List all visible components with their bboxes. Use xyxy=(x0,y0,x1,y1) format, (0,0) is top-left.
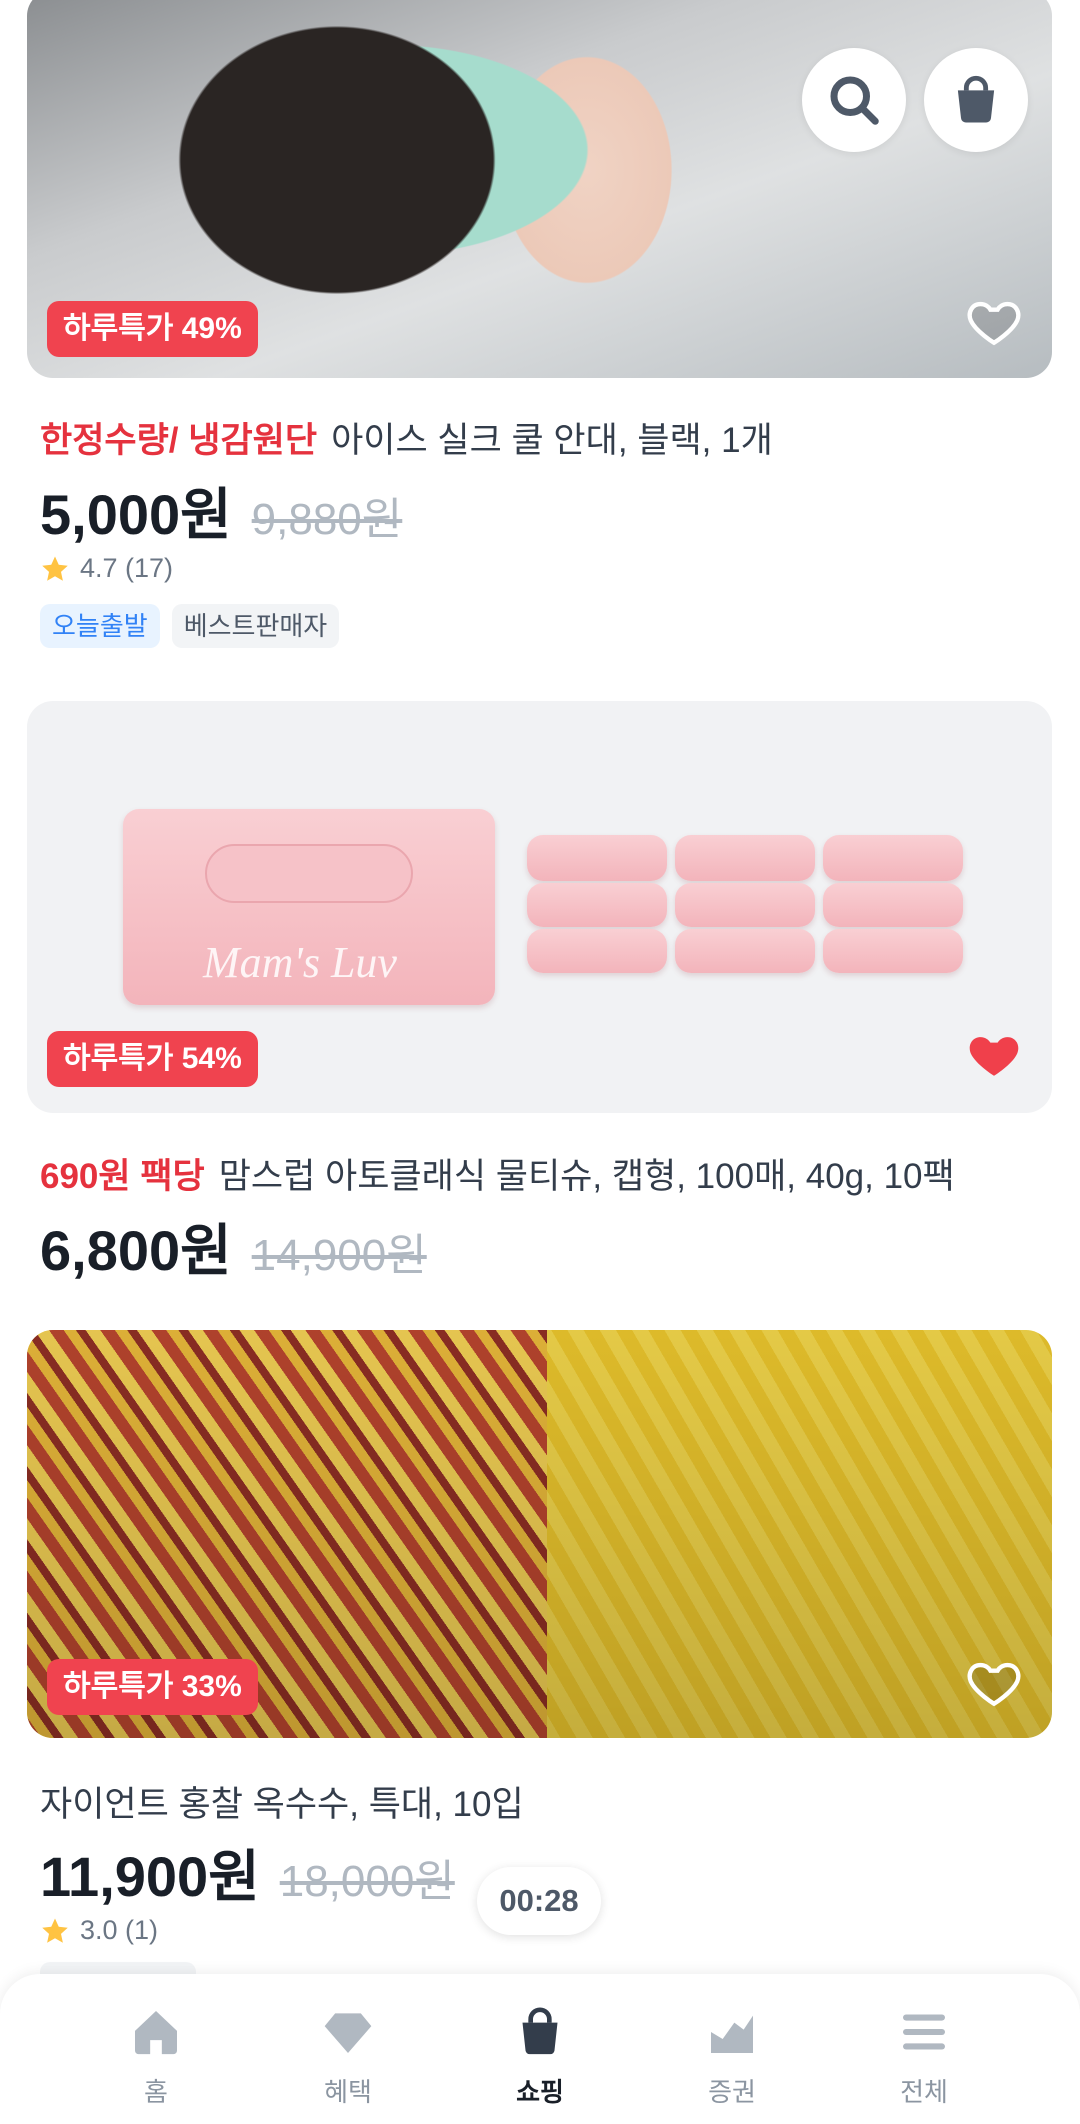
price-row: 5,000원 9,880원 xyxy=(40,470,402,551)
product-highlight: 한정수량/ 냉감원단 xyxy=(40,421,318,460)
menu-icon xyxy=(903,2014,945,2050)
discount-badge: 하루특가 54% xyxy=(47,1031,258,1087)
shopping-bag-icon xyxy=(522,2007,558,2055)
tag-best-seller: 베스트판매자 xyxy=(171,604,340,648)
tab-all[interactable]: 전체 xyxy=(854,2004,994,2124)
home-icon xyxy=(135,2011,177,2055)
chart-icon xyxy=(711,2015,753,2053)
rating-value: 3.0 (1) xyxy=(80,1915,159,1945)
original-price: 18,000원 xyxy=(279,1857,455,1906)
tab-benefits-label: 혜택 xyxy=(324,2077,372,2107)
product-name: 자이언트 홍찰 옥수수, 특대, 10입 xyxy=(40,1785,524,1824)
bottom-tab-bar: 홈 혜택 쇼핑 증권 전체 xyxy=(0,1974,1080,2124)
heart-icon[interactable] xyxy=(965,292,1023,350)
rating: 4.7 (17) xyxy=(40,553,173,584)
tab-shopping[interactable]: 쇼핑 xyxy=(470,2004,610,2124)
original-price: 14,900원 xyxy=(251,1231,427,1280)
product-name: 아이스 실크 쿨 안대, 블랙, 1개 xyxy=(331,421,773,460)
sale-price: 6,800원 xyxy=(40,1219,232,1282)
search-icon xyxy=(830,76,879,125)
sale-price: 11,900원 xyxy=(40,1845,260,1908)
star-icon xyxy=(42,556,68,581)
product-highlight: 690원 팩당 xyxy=(40,1157,205,1196)
price-row: 6,800원 14,900원 xyxy=(40,1206,427,1287)
timer-pill: 00:28 xyxy=(477,1867,601,1935)
rating: 3.0 (1) xyxy=(40,1915,158,1946)
tab-all-label: 전체 xyxy=(900,2077,948,2107)
heart-filled-icon[interactable] xyxy=(965,1025,1023,1083)
discount-badge: 하루특가 33% xyxy=(47,1659,258,1715)
product-name: 맘스럽 아토클래식 물티슈, 캡형, 100매, 40g, 10팩 xyxy=(218,1157,955,1196)
sale-price: 5,000원 xyxy=(40,483,232,546)
price-row: 11,900원 18,000원 xyxy=(40,1832,455,1913)
product-title[interactable]: 690원 팩당 맘스럽 아토클래식 물티슈, 캡형, 100매, 40g, 10팩 xyxy=(40,1148,955,1199)
tissue-pack-large: Mam's Luv xyxy=(123,809,495,1005)
tab-shopping-label: 쇼핑 xyxy=(516,2077,564,2107)
heart-icon[interactable] xyxy=(965,1653,1023,1711)
discount-badge: 하루특가 49% xyxy=(47,301,258,357)
search-button[interactable] xyxy=(802,48,906,152)
product-feed: 하루특가 49% 한정수량/ 냉감원단 아이스 실크 쿨 안대, 블랙, 1개 5… xyxy=(0,0,1080,2124)
original-price: 9,880원 xyxy=(251,495,403,544)
tag-today-ship: 오늘출발 xyxy=(40,604,160,648)
product-title[interactable]: 자이언트 홍찰 옥수수, 특대, 10입 xyxy=(40,1776,524,1827)
tab-stocks-label: 증권 xyxy=(708,2077,756,2107)
tag-list: 오늘출발 베스트판매자 xyxy=(40,604,340,648)
tab-stocks[interactable]: 증권 xyxy=(662,2004,802,2124)
tab-home-label: 홈 xyxy=(144,2077,168,2107)
rating-value: 4.7 (17) xyxy=(80,553,174,583)
diamond-icon xyxy=(324,2013,372,2053)
tab-home[interactable]: 홈 xyxy=(86,2004,226,2124)
shopping-bag-icon xyxy=(957,75,995,123)
star-icon xyxy=(42,1918,68,1943)
tab-benefits[interactable]: 혜택 xyxy=(278,2004,418,2124)
product-title[interactable]: 한정수량/ 냉감원단 아이스 실크 쿨 안대, 블랙, 1개 xyxy=(40,412,773,463)
cart-button[interactable] xyxy=(924,48,1028,152)
